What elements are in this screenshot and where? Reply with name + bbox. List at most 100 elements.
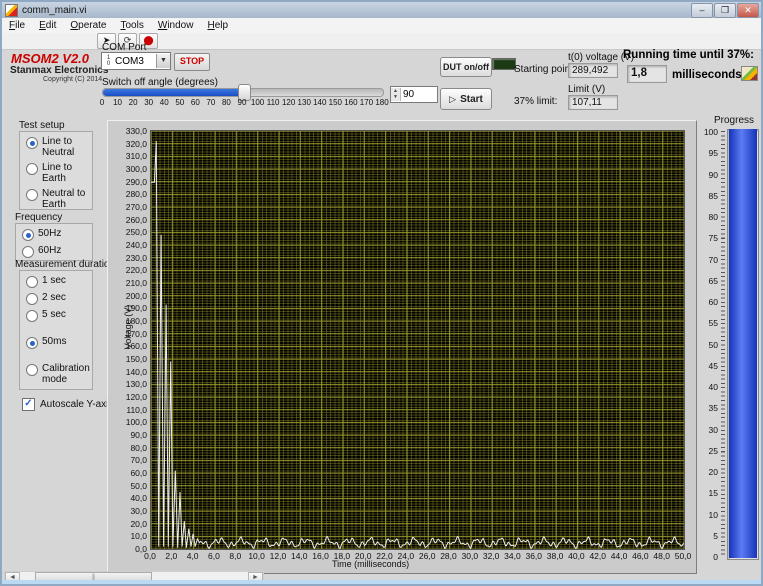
- progress-tick-label: 100: [703, 127, 718, 137]
- progress-tick-label: 70: [708, 254, 718, 265]
- x-tick-label: 48,0: [653, 551, 670, 561]
- x-tick-label: 24,0: [397, 551, 415, 561]
- y-tick-label: 90,0: [130, 430, 147, 440]
- x-tick-label: 50,0: [674, 551, 692, 561]
- radio-label: 50ms: [42, 336, 67, 347]
- angle-tick-label: 30: [144, 98, 154, 107]
- angle-tick-label: 110: [266, 98, 280, 107]
- radio-button-icon[interactable]: [26, 364, 38, 376]
- y-tick-label: 240,0: [125, 240, 147, 250]
- running-time-unit: milliseconds: [672, 69, 742, 81]
- chevron-down-icon[interactable]: ▼: [156, 54, 170, 68]
- close-button[interactable]: ✕: [737, 3, 759, 18]
- y-tick-label: 20,0: [130, 518, 147, 529]
- radio-button-icon[interactable]: [26, 337, 38, 349]
- menu-bar: File Edit Operate Tools Window Help: [2, 18, 761, 34]
- angle-tick-label: 50: [175, 98, 185, 107]
- start-button[interactable]: ▷ Start: [440, 88, 492, 110]
- x-tick-label: 8,0: [229, 551, 242, 561]
- angle-tick-label: 120: [281, 98, 296, 107]
- menu-item-window[interactable]: Window: [151, 19, 201, 32]
- frequency-label: Frequency: [15, 212, 63, 223]
- y-tick-label: 140,0: [125, 366, 147, 377]
- radio-1-sec[interactable]: 1 sec: [26, 275, 92, 288]
- progress-tick-label: 5: [713, 530, 718, 541]
- radio-button-icon[interactable]: [22, 229, 34, 241]
- radio-line-to-neutral[interactable]: Line to Neutral: [26, 136, 92, 158]
- menu-item-tools[interactable]: Tools: [114, 19, 151, 32]
- dut-onoff-button[interactable]: DUT on/off: [440, 57, 492, 77]
- radio-neutral-to-earth[interactable]: Neutral to Earth: [26, 188, 92, 210]
- io-resource-icon: 10: [106, 55, 111, 67]
- angle-tick-label: 40: [159, 98, 169, 107]
- radio-line-to-earth[interactable]: Line to Earth: [26, 162, 92, 184]
- radio-60hz[interactable]: 60Hz: [22, 245, 92, 258]
- angle-tick-label: 130: [297, 98, 311, 107]
- radio-button-icon[interactable]: [26, 163, 38, 175]
- radio-button-icon[interactable]: [26, 189, 38, 201]
- radio-label: Line to Neutral: [42, 136, 75, 158]
- radio-5-sec[interactable]: 5 sec: [26, 309, 92, 322]
- radio-calibration-mode[interactable]: Calibration mode: [26, 363, 92, 385]
- radio-button-icon[interactable]: [22, 246, 34, 258]
- radio-2-sec[interactable]: 2 sec: [26, 292, 92, 305]
- progress-tick-marks: [721, 131, 725, 558]
- t0-voltage-field: 289,492: [568, 63, 618, 78]
- x-tick-label: 10,0: [248, 551, 265, 561]
- x-tick-label: 38,0: [546, 551, 564, 561]
- test-setup-label: Test setup: [19, 120, 65, 131]
- x-tick-label: 2,0: [165, 551, 178, 561]
- x-tick-label: 30,0: [461, 551, 479, 561]
- spinner-arrows-icon[interactable]: ▲ ▼: [391, 88, 401, 101]
- com-port-dropdown[interactable]: 10 COM3 ▼: [101, 52, 171, 70]
- stop-button[interactable]: STOP: [174, 53, 210, 71]
- radio-button-icon[interactable]: [26, 276, 38, 288]
- duration-label: Measurement duration: [15, 259, 116, 270]
- radio-label: Calibration mode: [42, 363, 90, 385]
- window-bottom-border: [2, 580, 761, 584]
- x-tick-label: 36,0: [525, 551, 543, 561]
- play-icon: ▷: [449, 93, 457, 104]
- radio-button-icon[interactable]: [26, 310, 38, 322]
- angle-slider-track[interactable]: [102, 84, 384, 101]
- limit-label: Limit (V): [568, 84, 606, 95]
- y-tick-label: 280,0: [125, 189, 147, 200]
- radio-button-icon[interactable]: [26, 137, 38, 149]
- angle-numeric-input[interactable]: ▲ ▼ 90: [390, 86, 438, 103]
- menu-item-edit[interactable]: Edit: [32, 19, 63, 32]
- menu-item-help[interactable]: Help: [200, 19, 235, 32]
- progress-tick-label: 45: [708, 360, 718, 371]
- minimize-button[interactable]: –: [691, 3, 713, 18]
- progress-tick-label: 35: [708, 403, 718, 414]
- maximize-button[interactable]: ❐: [714, 3, 736, 18]
- vi-connector-icon: [741, 66, 758, 81]
- y-tick-label: 110,0: [126, 404, 147, 415]
- app-brand-subtitle: Stanmax Electronics: [10, 65, 109, 76]
- menu-item-file[interactable]: File: [2, 19, 32, 32]
- x-tick-label: 32,0: [482, 551, 500, 561]
- y-tick-label: 260,0: [125, 214, 147, 225]
- test-setup-group: Line to Neutral Line to Earth Neutral to E…: [19, 131, 93, 246]
- waveform-svg: [151, 131, 684, 549]
- menu-item-operate[interactable]: Operate: [63, 19, 113, 32]
- angle-tick-label: 0: [99, 98, 105, 107]
- angle-tick-label: 150: [328, 98, 343, 107]
- radio-button-icon[interactable]: [26, 293, 38, 305]
- dut-led-indicator: [492, 58, 516, 70]
- radio-50hz[interactable]: 50Hz: [22, 228, 92, 241]
- title-bar[interactable]: comm_main.vi – ❐ ✕: [2, 2, 761, 18]
- x-tick-label: 44,0: [610, 551, 628, 561]
- autoscale-checkbox[interactable]: ✓ Autoscale Y-axis: [22, 398, 113, 411]
- limit-caption: 37% limit:: [514, 96, 558, 107]
- y-tick-label: 70,0: [130, 455, 147, 466]
- x-tick-label: 46,0: [632, 551, 649, 561]
- progress-tick-label: 60: [708, 297, 718, 307]
- y-tick-label: 310,0: [125, 151, 147, 162]
- radio-label: Neutral to Earth: [42, 188, 86, 210]
- radio-50ms[interactable]: 50ms: [26, 336, 92, 349]
- progress-tick-label: 85: [708, 190, 718, 201]
- angle-tick-label: 70: [206, 98, 216, 107]
- x-tick-label: 0,0: [144, 551, 156, 561]
- progress-tick-label: 15: [708, 488, 718, 499]
- y-tick-label: 120,0: [125, 392, 147, 402]
